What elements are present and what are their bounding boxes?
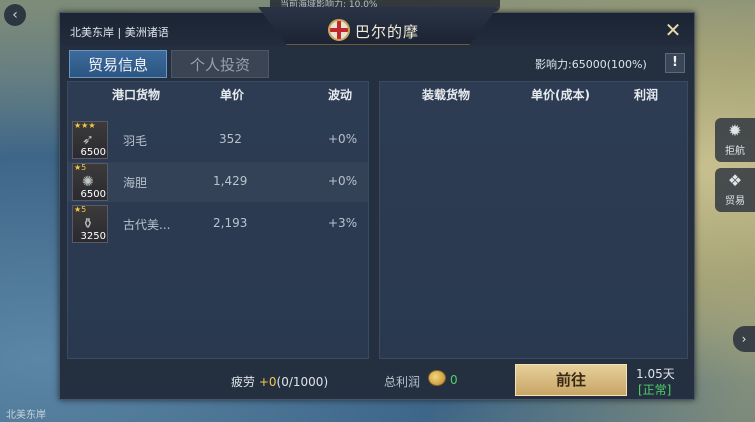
gold-coin-icon (428, 370, 446, 386)
goods-change: +3% (328, 216, 358, 230)
ship-wheel-icon: ✹ (728, 121, 742, 140)
money-bag-icon: ❖ (727, 171, 743, 190)
goods-price: 2,193 (213, 216, 248, 230)
close-icon[interactable]: ✕ (660, 18, 686, 42)
region-label: 北美东岸 | 美洲诸语 (70, 26, 169, 39)
map-region-label: 北美东岸 (6, 410, 46, 421)
header-cost-price: 单价(成本) (531, 88, 590, 102)
tab-trade-info[interactable]: 贸易信息 (69, 50, 167, 78)
dialog-title: 巴尔的摩 (355, 23, 420, 41)
side-button-trade[interactable]: ❖ 贸易 (715, 168, 755, 212)
total-profit-label: 总利润 (384, 375, 421, 389)
goods-price: 1,429 (213, 174, 248, 188)
fatigue-label: 疲劳 (231, 375, 256, 389)
goods-name: 古代美... (123, 218, 171, 232)
fatigue-display: 疲劳 +0(0/1000) (231, 373, 328, 390)
travel-time: 1.05天 (636, 367, 675, 381)
loaded-goods-panel: 装载货物 单价(成本) 利润 (379, 81, 688, 359)
header-profit: 利润 (634, 88, 659, 102)
side-button-sail[interactable]: ✹ 拒航 (715, 118, 755, 162)
trade-dialog: 北美东岸 | 美洲诸语 巴尔的摩 ✕ 贸易信息 个人投资 影响力:65000(1… (59, 7, 695, 400)
goods-name: 海胆 (123, 176, 148, 190)
back-icon[interactable]: ‹ (4, 4, 26, 26)
goods-row[interactable]: ★5 ✺ 6500 海胆 1,429 +0% (68, 162, 368, 202)
info-button[interactable]: ! (665, 53, 685, 73)
tab-personal-investment[interactable]: 个人投资 (171, 50, 269, 78)
goods-name: 羽毛 (123, 134, 148, 148)
side-button-label: 拒航 (725, 146, 745, 157)
goods-row[interactable]: ★5 ⚱ 3250 古代美... 2,193 +3% (68, 204, 368, 244)
total-profit-value: 0 (450, 373, 458, 387)
ancient-vase-icon: ★5 ⚱ 3250 (72, 205, 108, 243)
side-button-label: 贸易 (725, 196, 745, 207)
influence-value: 影响力:65000(100%) (535, 58, 647, 71)
side-expand-arrow-icon[interactable]: › (733, 326, 755, 352)
header-fluctuation: 波动 (328, 88, 353, 102)
fatigue-plus: +0 (258, 375, 277, 389)
goods-change: +0% (328, 132, 358, 146)
go-button[interactable]: 前往 (515, 364, 627, 396)
feather-icon: ★★★ ➶ 6500 (72, 121, 108, 159)
port-goods-panel: 港口货物 单价 波动 ★★★ ➶ 6500 羽毛 352 +0% ★5 ✺ 65… (67, 81, 369, 359)
header-port-goods: 港口货物 (112, 88, 161, 102)
goods-price: 352 (219, 132, 242, 146)
header-unit-price: 单价 (220, 88, 245, 102)
travel-status: [正常] (638, 383, 672, 397)
header-loaded-goods: 装载货物 (422, 88, 471, 102)
city-flag-icon (328, 19, 350, 41)
sea-urchin-icon: ★5 ✺ 6500 (72, 163, 108, 201)
fatigue-value: (0/1000) (276, 375, 329, 389)
goods-change: +0% (328, 174, 358, 188)
goods-row[interactable]: ★★★ ➶ 6500 羽毛 352 +0% (68, 120, 368, 160)
